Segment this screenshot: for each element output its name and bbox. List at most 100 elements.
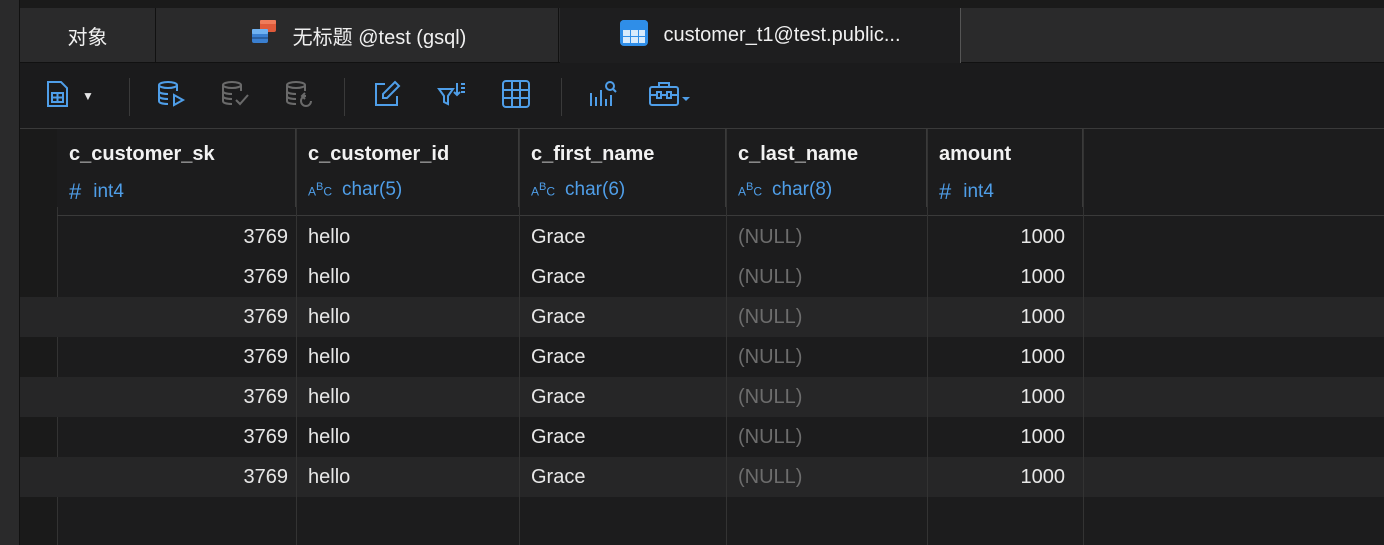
column-header[interactable]: c_last_name ABC char(8) xyxy=(726,129,927,207)
table-cell[interactable]: Grace xyxy=(519,257,726,297)
grid-view-button[interactable] xyxy=(501,79,531,114)
grid-view-icon xyxy=(501,79,531,114)
table-cell[interactable]: hello xyxy=(296,377,519,417)
table-cell[interactable]: Grace xyxy=(519,297,726,337)
table-cell[interactable]: 3769 xyxy=(57,297,296,337)
tools-briefcase-icon xyxy=(648,79,692,114)
table-cell[interactable]: hello xyxy=(296,297,519,337)
column-name: c_first_name xyxy=(531,143,655,165)
table-cell[interactable]: hello xyxy=(296,337,519,377)
table-icon xyxy=(619,18,649,54)
table-cell[interactable]: 1000 xyxy=(927,337,1083,377)
tab-label: 对象 xyxy=(67,26,108,49)
text-type-icon: ABC xyxy=(738,181,763,199)
table-cell[interactable]: 3769 xyxy=(57,337,296,377)
filter-sort-button[interactable] xyxy=(436,81,466,111)
column-header[interactable]: c_first_name ABC char(6) xyxy=(519,129,726,207)
table-cell[interactable]: 3769 xyxy=(57,377,296,417)
tab-objects[interactable]: 对象 xyxy=(20,8,156,62)
form-view-icon xyxy=(43,79,71,114)
number-type-icon: # xyxy=(69,179,82,204)
column-header[interactable]: amount # int4 xyxy=(927,129,1083,207)
table-cell[interactable]: (NULL) xyxy=(726,457,927,497)
table-cell[interactable]: (NULL) xyxy=(726,217,927,257)
tab-label: 无标题 @test (gsql) xyxy=(292,26,467,49)
table-cell[interactable]: (NULL) xyxy=(726,297,927,337)
table-cell[interactable]: hello xyxy=(296,257,519,297)
column-name: amount xyxy=(939,143,1012,165)
table-cell[interactable]: 1000 xyxy=(927,417,1083,457)
table-cell[interactable]: hello xyxy=(296,417,519,457)
tab-query-editor[interactable]: 无标题 @test (gsql) xyxy=(157,8,559,62)
table-cell[interactable]: Grace xyxy=(519,217,726,257)
form-view-button[interactable] xyxy=(42,79,72,114)
table-cell[interactable]: hello xyxy=(296,217,519,257)
table-cell[interactable]: 3769 xyxy=(57,217,296,257)
rollback-icon xyxy=(284,79,314,114)
table-row[interactable]: 3769 hello Grace (NULL) 1000 xyxy=(20,217,1384,257)
data-grid[interactable]: c_customer_sk # int4 c_customer_id ABC char(5… xyxy=(20,129,1384,545)
table-cell[interactable]: (NULL) xyxy=(726,377,927,417)
chart-search-icon xyxy=(588,79,618,114)
toolbar: ▼ xyxy=(20,63,1384,129)
tools-menu-button[interactable] xyxy=(648,81,692,111)
table-row[interactable]: 3769 hello Grace (NULL) 1000 xyxy=(20,457,1384,497)
table-cell[interactable]: 3769 xyxy=(57,457,296,497)
tab-bar: 对象 无标题 @test (gsql) customer_t1@test.pub… xyxy=(20,8,1384,63)
column-type: # int4 xyxy=(939,179,994,205)
table-cell[interactable]: Grace xyxy=(519,457,726,497)
toolbar-divider xyxy=(344,78,345,116)
text-type-icon: ABC xyxy=(531,181,556,199)
table-cell[interactable]: 1000 xyxy=(927,377,1083,417)
rollback-button[interactable] xyxy=(284,79,314,114)
table-row[interactable]: 3769 hello Grace (NULL) 1000 xyxy=(20,337,1384,377)
table-cell[interactable]: 3769 xyxy=(57,257,296,297)
column-type-label: char(5) xyxy=(342,179,403,200)
chart-search-button[interactable] xyxy=(588,79,618,114)
table-row[interactable]: 3769 hello Grace (NULL) 1000 xyxy=(20,257,1384,297)
column-type-label: char(6) xyxy=(565,179,626,200)
begin-transaction-button[interactable] xyxy=(156,79,186,114)
toolbar-divider xyxy=(561,78,562,116)
table-cell[interactable]: (NULL) xyxy=(726,337,927,377)
table-cell[interactable]: 1000 xyxy=(927,217,1083,257)
column-header[interactable]: c_customer_sk # int4 xyxy=(57,129,296,207)
column-type: ABC char(5) xyxy=(308,179,402,201)
commit-icon xyxy=(220,79,250,114)
tab-customer-table[interactable]: customer_t1@test.public... xyxy=(560,8,961,63)
toolbar-divider xyxy=(129,78,130,116)
table-cell[interactable]: Grace xyxy=(519,417,726,457)
query-editor-icon xyxy=(249,17,279,53)
text-type-icon: ABC xyxy=(308,181,333,199)
commit-button[interactable] xyxy=(220,79,250,114)
table-cell[interactable]: hello xyxy=(296,457,519,497)
table-cell[interactable]: (NULL) xyxy=(726,257,927,297)
table-cell[interactable]: 3769 xyxy=(57,417,296,457)
column-type: # int4 xyxy=(69,179,124,205)
column-type: ABC char(6) xyxy=(531,179,625,201)
header-divider xyxy=(57,215,1384,216)
table-cell[interactable]: Grace xyxy=(519,337,726,377)
view-dropdown-button[interactable]: ▼ xyxy=(80,81,96,111)
table-cell[interactable]: (NULL) xyxy=(726,417,927,457)
edit-text-icon xyxy=(372,79,402,114)
column-divider xyxy=(726,129,727,545)
table-cell[interactable]: 1000 xyxy=(927,257,1083,297)
table-row[interactable]: 3769 hello Grace (NULL) 1000 xyxy=(20,417,1384,457)
table-cell[interactable]: Grace xyxy=(519,377,726,417)
column-divider xyxy=(1083,129,1084,545)
filter-sort-icon xyxy=(436,79,466,114)
column-name: c_customer_id xyxy=(308,143,450,165)
begin-transaction-icon xyxy=(156,79,186,114)
table-row[interactable]: 3769 hello Grace (NULL) 1000 xyxy=(20,297,1384,337)
dropdown-caret-icon: ▼ xyxy=(82,89,94,103)
column-name: c_customer_sk xyxy=(69,143,215,165)
column-divider xyxy=(927,129,928,545)
table-cell[interactable]: 1000 xyxy=(927,457,1083,497)
table-cell[interactable]: 1000 xyxy=(927,297,1083,337)
column-name: c_last_name xyxy=(738,143,859,165)
table-row[interactable]: 3769 hello Grace (NULL) 1000 xyxy=(20,377,1384,417)
column-header[interactable]: c_customer_id ABC char(5) xyxy=(296,129,519,207)
edit-text-button[interactable] xyxy=(372,79,402,114)
column-type: ABC char(8) xyxy=(738,179,832,201)
